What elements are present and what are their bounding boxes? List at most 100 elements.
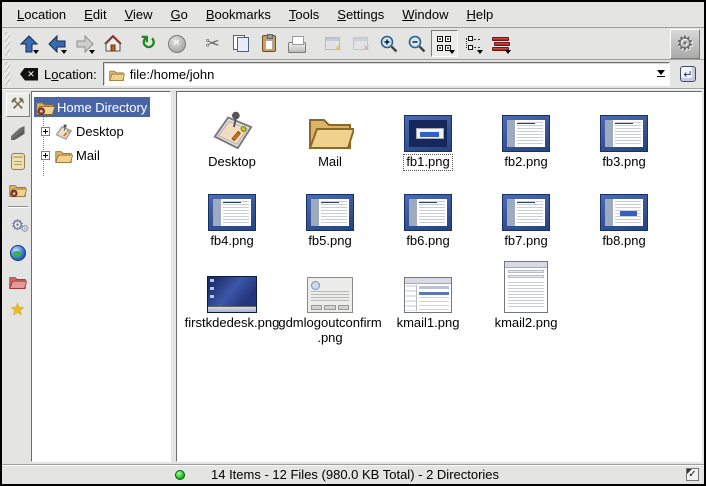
bookmarks-books-icon: [492, 37, 510, 51]
toolbar-grip[interactable]: [5, 32, 10, 56]
menu-window[interactable]: Window: [393, 4, 457, 26]
file-label: Mail: [316, 155, 344, 170]
clear-location-icon[interactable]: ✕: [20, 68, 38, 81]
sidebar-tab-separator: [8, 206, 28, 208]
file-item-fb3[interactable]: fb3.png: [575, 100, 673, 170]
configure-tools-icon: ⚒: [10, 97, 24, 113]
file-label: fb2.png: [502, 155, 549, 170]
status-led-icon: [175, 470, 185, 480]
folder-icon: [54, 147, 73, 164]
desktop-folder-icon: [209, 106, 255, 152]
tree-item-desktop[interactable]: Desktop: [34, 119, 170, 143]
menu-view[interactable]: View: [116, 4, 162, 26]
up-button[interactable]: [15, 30, 42, 57]
sidebar-tab-bookmark-flag[interactable]: [6, 121, 30, 145]
go-button[interactable]: ↵: [676, 62, 700, 86]
cut-button[interactable]: ✂: [199, 30, 226, 57]
bookmark-flag-icon: [11, 126, 25, 140]
image-thumbnail-splash: [600, 194, 648, 231]
file-item-fb1[interactable]: fb1.png: [379, 100, 477, 170]
new-view-icon: ✶: [325, 37, 340, 50]
image-thumbnail-wizard: [600, 115, 648, 152]
zoom-in-icon: [379, 34, 399, 54]
menu-location[interactable]: Location: [8, 4, 75, 26]
sidebar-config-button[interactable]: ⚒: [6, 93, 30, 117]
menu-tools[interactable]: Tools: [280, 4, 328, 26]
bookmarks-books-button[interactable]: [487, 30, 514, 57]
file-item-kmail1[interactable]: kmail1.png: [379, 257, 477, 345]
file-item-desktop[interactable]: Desktop: [183, 100, 281, 170]
file-item-fb7[interactable]: fb7.png: [477, 179, 575, 249]
reload-button[interactable]: ↻: [135, 30, 162, 57]
menu-help[interactable]: Help: [458, 4, 503, 26]
image-thumbnail-wizard: [502, 115, 550, 152]
network-globe-icon: [10, 245, 26, 261]
image-thumbnail-wizard: [306, 194, 354, 231]
remove-view-button: ✕: [347, 30, 374, 57]
expander-plus-icon[interactable]: [41, 151, 50, 160]
file-item-fb8[interactable]: fb8.png: [575, 179, 673, 249]
link-view-check-icon[interactable]: ✓: [686, 468, 699, 481]
file-label: fb7.png: [502, 234, 549, 249]
print-button[interactable]: [283, 30, 310, 57]
sidebar-tab-services[interactable]: ⚙: [6, 213, 30, 237]
cut-icon: ✂: [205, 34, 219, 54]
file-item-gdmlogoutconfirm[interactable]: gdmlogoutconfirm .png: [281, 257, 379, 345]
stop-button: ✕: [163, 30, 190, 57]
menu-settings[interactable]: Settings: [328, 4, 393, 26]
combo-dropdown-icon[interactable]: [652, 63, 669, 85]
zoom-in-button[interactable]: [375, 30, 402, 57]
location-input[interactable]: file:/home/john: [103, 62, 670, 86]
file-item-fb5[interactable]: fb5.png: [281, 179, 379, 249]
copy-button[interactable]: [227, 30, 254, 57]
icon-row-2: fb4.png fb5.png fb6.png fb7.png fb8.png: [183, 179, 701, 258]
location-toolbar-grip[interactable]: [5, 62, 10, 86]
file-icon-view[interactable]: Desktop Mail fb1.png fb2.png fb3.png: [176, 91, 702, 462]
tree-item-home[interactable]: Home Directory: [34, 95, 170, 119]
image-thumbnail-kmail-composer: [504, 261, 548, 313]
location-value[interactable]: file:/home/john: [130, 67, 647, 82]
file-item-mail[interactable]: Mail: [281, 100, 379, 170]
home-folder-icon: [35, 98, 55, 116]
icon-row-3: firstkdedesk.png gdmlogoutconfirm .png k…: [183, 257, 701, 354]
file-item-kmail2[interactable]: kmail2.png: [477, 257, 575, 345]
desktop-icon: [54, 122, 73, 141]
menu-bookmarks[interactable]: Bookmarks: [197, 4, 280, 26]
home-button[interactable]: [99, 30, 126, 57]
copy-icon: [233, 35, 249, 52]
zoom-out-button[interactable]: [403, 30, 430, 57]
main-toolbar: ↻ ✕ ✂ ✶ ✕ ⚙: [2, 28, 704, 60]
icon-row-1: Desktop Mail fb1.png fb2.png fb3.png: [183, 100, 701, 179]
file-label: fb5.png: [306, 234, 353, 249]
folder-icon: [108, 67, 125, 82]
paste-button[interactable]: [255, 30, 282, 57]
file-label: fb8.png: [600, 234, 647, 249]
location-label: Location:: [44, 67, 97, 82]
sidebar-tab-root[interactable]: [6, 269, 30, 293]
back-button[interactable]: [43, 30, 70, 57]
new-view-button: ✶: [319, 30, 346, 57]
tree-item-mail[interactable]: Mail: [34, 143, 170, 167]
menu-edit[interactable]: Edit: [75, 4, 115, 26]
icon-view-icon: [437, 36, 452, 51]
file-item-fb6[interactable]: fb6.png: [379, 179, 477, 249]
expander-plus-icon[interactable]: [41, 127, 50, 136]
forward-button: [71, 30, 98, 57]
image-thumbnail-dialog: [307, 277, 353, 313]
file-item-fb4[interactable]: fb4.png: [183, 179, 281, 249]
file-item-firstkdedesk[interactable]: firstkdedesk.png: [183, 257, 281, 345]
tree-view-button[interactable]: [459, 30, 486, 57]
menu-go[interactable]: Go: [162, 4, 197, 26]
file-label: firstkdedesk.png: [183, 316, 282, 331]
file-item-fb2[interactable]: fb2.png: [477, 100, 575, 170]
sidebar-tab-history[interactable]: [6, 149, 30, 173]
file-label: fb4.png: [208, 234, 255, 249]
sidebar-tab-bookmarks[interactable]: ★: [6, 297, 30, 321]
reload-icon: ↻: [141, 34, 157, 53]
file-label: fb3.png: [600, 155, 647, 170]
root-folder-icon: [8, 273, 27, 290]
sidebar-tab-home[interactable]: [6, 177, 30, 201]
sidebar-tab-network[interactable]: [6, 241, 30, 265]
file-label: kmail1.png: [395, 316, 462, 331]
icon-view-button[interactable]: [431, 30, 458, 57]
